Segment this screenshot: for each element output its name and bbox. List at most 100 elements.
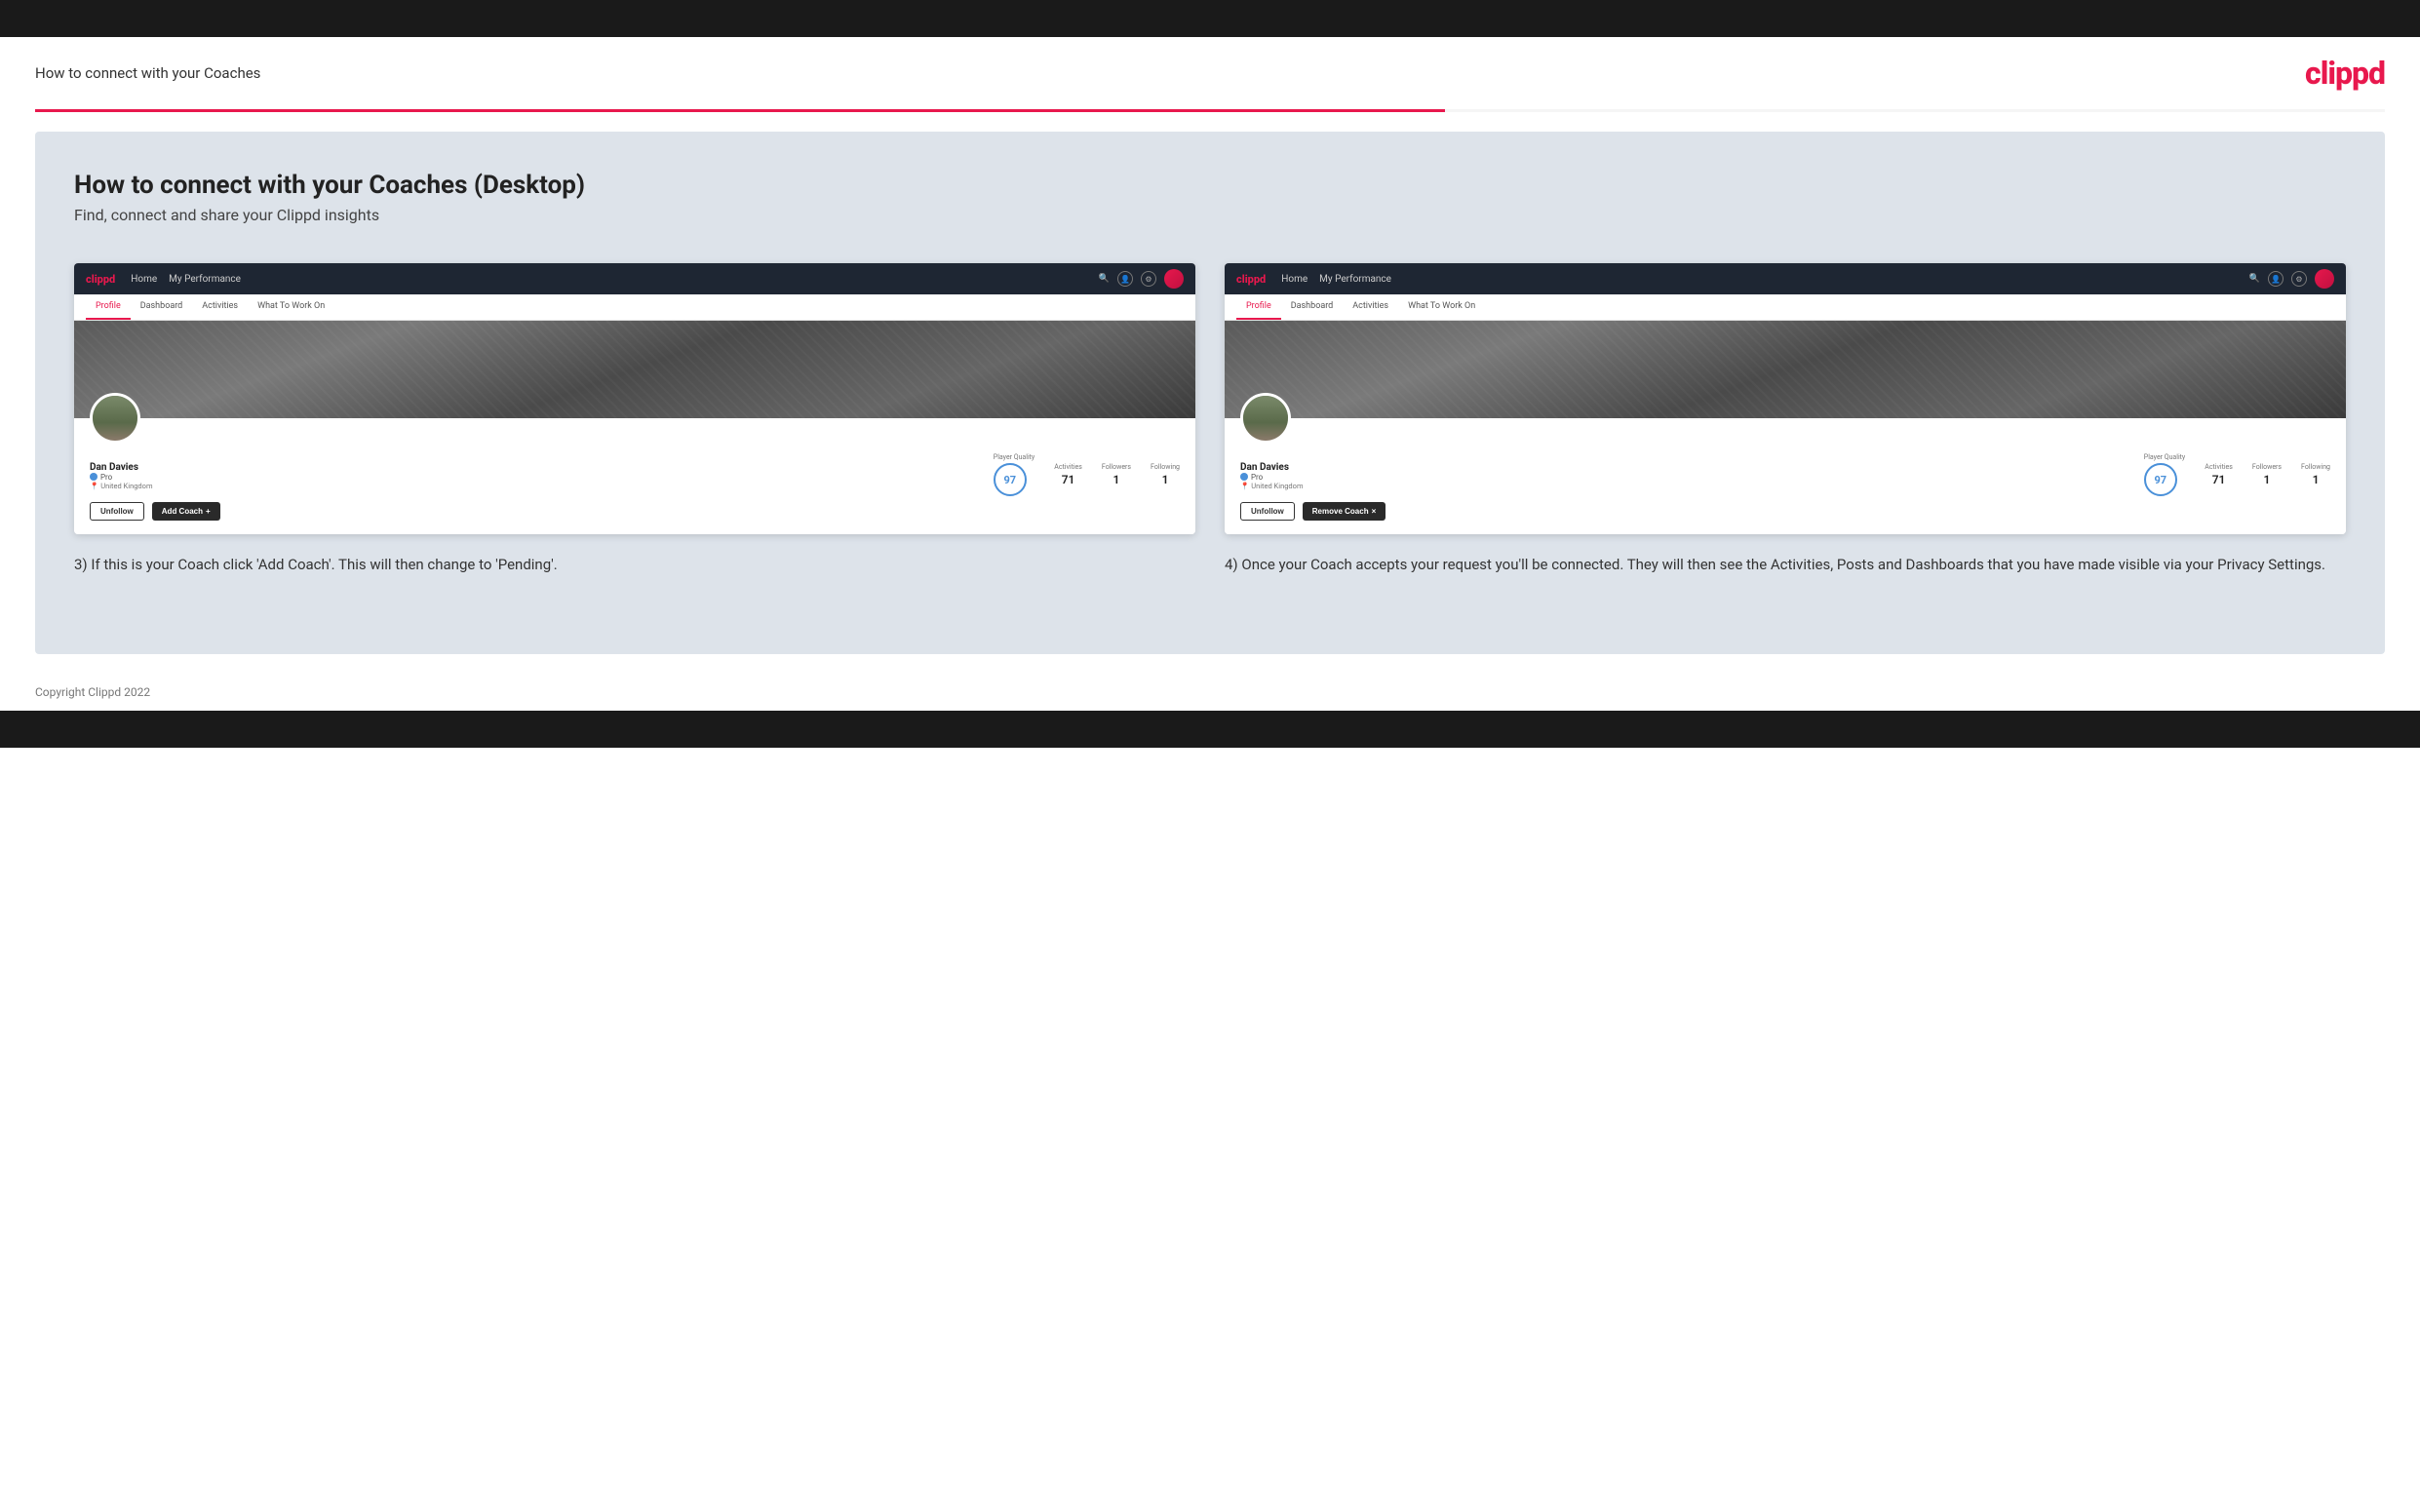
mock-player-badge-left: Pro	[90, 473, 974, 482]
mock-stat-followers-left: Followers 1	[1102, 463, 1131, 486]
mock-player-badge-right: Pro	[1240, 473, 2125, 482]
tab-activities-left[interactable]: Activities	[192, 294, 248, 320]
tab-profile-right[interactable]: Profile	[1236, 294, 1281, 320]
mock-nav-icons-right: 🔍 👤 ⚙	[2249, 269, 2334, 289]
add-coach-label-left: Add Coach	[162, 507, 203, 516]
mock-profile-info-left: Dan Davies Pro 📍 United Kingdom	[90, 460, 974, 490]
copyright-text: Copyright Clippd 2022	[35, 685, 150, 699]
mock-browser-right: clippd Home My Performance 🔍 👤 ⚙ Profile	[1225, 263, 2346, 534]
remove-coach-icon-right: ×	[1372, 507, 1377, 516]
unfollow-button-left[interactable]: Unfollow	[90, 502, 144, 521]
mock-nav-home-right: Home	[1281, 274, 1308, 285]
badge-dot-left	[90, 473, 98, 481]
page-subheading: Find, connect and share your Clippd insi…	[74, 206, 2346, 224]
unfollow-button-right[interactable]: Unfollow	[1240, 502, 1295, 521]
mock-stats-row-left: Dan Davies Pro 📍 United Kingdom Player Q…	[90, 449, 1180, 496]
remove-coach-label-right: Remove Coach	[1312, 507, 1369, 516]
avatar-left	[1164, 269, 1184, 289]
add-coach-button-left[interactable]: Add Coach +	[152, 502, 220, 521]
search-icon-right: 🔍	[2249, 274, 2260, 284]
activities-value-right: 71	[2205, 473, 2233, 486]
followers-value-right: 1	[2252, 473, 2282, 486]
screenshot-col-right: clippd Home My Performance 🔍 👤 ⚙ Profile	[1225, 263, 2346, 576]
settings-icon-left: ⚙	[1141, 271, 1156, 287]
mock-avatar-wrap-left	[90, 418, 1180, 444]
mock-player-name-left: Dan Davies	[90, 462, 974, 473]
mock-banner-img-left	[74, 321, 1195, 418]
mock-nav-performance-right: My Performance	[1319, 274, 1391, 285]
following-label-left: Following	[1151, 463, 1180, 471]
mock-avatar-inner-right	[1243, 396, 1288, 441]
mock-logo-right: clippd	[1236, 273, 1266, 286]
badge-dot-right	[1240, 473, 1248, 481]
mock-player-name-right: Dan Davies	[1240, 462, 2125, 473]
badge-label-right: Pro	[1251, 473, 1263, 482]
mock-browser-left: clippd Home My Performance 🔍 👤 ⚙ Profile	[74, 263, 1195, 534]
activities-label-right: Activities	[2205, 463, 2233, 471]
following-label-right: Following	[2301, 463, 2330, 471]
mock-buttons-row-right: Unfollow Remove Coach ×	[1240, 502, 2330, 521]
mock-stat-quality-right: Player Quality 97	[2144, 453, 2185, 496]
mock-nav-right: clippd Home My Performance 🔍 👤 ⚙	[1225, 263, 2346, 294]
add-coach-icon-left: +	[206, 507, 211, 516]
user-icon-left: 👤	[1117, 271, 1133, 287]
mock-nav-left: clippd Home My Performance 🔍 👤 ⚙	[74, 263, 1195, 294]
description-right: 4) Once your Coach accepts your request …	[1225, 554, 2346, 576]
following-value-right: 1	[2301, 473, 2330, 486]
followers-value-left: 1	[1102, 473, 1131, 486]
footer: Copyright Clippd 2022	[0, 674, 2420, 711]
mock-nav-performance-left: My Performance	[169, 274, 241, 285]
mock-nav-home-left: Home	[131, 274, 157, 285]
mock-nav-right-left: 🔍 👤 ⚙	[1099, 269, 1184, 289]
mock-banner-left	[74, 321, 1195, 418]
mock-location-right: 📍 United Kingdom	[1240, 482, 2125, 490]
mock-logo-left: clippd	[86, 273, 115, 286]
mock-tabs-right: Profile Dashboard Activities What To Wor…	[1225, 294, 2346, 321]
screenshot-col-left: clippd Home My Performance 🔍 👤 ⚙ Profile	[74, 263, 1195, 576]
remove-coach-button-right[interactable]: Remove Coach ×	[1303, 502, 1386, 521]
settings-icon-right: ⚙	[2291, 271, 2307, 287]
bottom-bar	[0, 711, 2420, 748]
top-bar	[0, 0, 2420, 37]
tab-what-to-work-on-left[interactable]: What To Work On	[248, 294, 334, 320]
mock-buttons-row-left: Unfollow Add Coach +	[90, 502, 1180, 521]
tab-dashboard-right[interactable]: Dashboard	[1281, 294, 1344, 320]
user-icon-right: 👤	[2268, 271, 2283, 287]
activities-value-left: 71	[1054, 473, 1082, 486]
mock-avatar-wrap-right	[1240, 418, 2330, 444]
page-heading: How to connect with your Coaches (Deskto…	[74, 171, 2346, 200]
following-value-left: 1	[1151, 473, 1180, 486]
quality-label-left: Player Quality	[994, 453, 1034, 461]
screenshots-row: clippd Home My Performance 🔍 👤 ⚙ Profile	[74, 263, 2346, 576]
main-content: How to connect with your Coaches (Deskto…	[35, 132, 2385, 654]
tab-profile-left[interactable]: Profile	[86, 294, 131, 320]
badge-label-left: Pro	[100, 473, 112, 482]
mock-banner-right	[1225, 321, 2346, 418]
mock-stats-row-right: Dan Davies Pro 📍 United Kingdom Player Q…	[1240, 449, 2330, 496]
tab-activities-right[interactable]: Activities	[1343, 294, 1398, 320]
search-icon-left: 🔍	[1099, 274, 1110, 284]
mock-stat-activities-left: Activities 71	[1054, 463, 1082, 486]
mock-avatar-left	[90, 393, 140, 444]
description-left: 3) If this is your Coach click 'Add Coac…	[74, 554, 1195, 576]
mock-stat-following-left: Following 1	[1151, 463, 1180, 486]
mock-stat-activities-right: Activities 71	[2205, 463, 2233, 486]
header-title: How to connect with your Coaches	[35, 64, 260, 82]
quality-circle-left: 97	[994, 463, 1027, 496]
quality-label-right: Player Quality	[2144, 453, 2185, 461]
header-divider	[35, 109, 2385, 112]
logo: clippd	[2305, 55, 2385, 92]
followers-label-left: Followers	[1102, 463, 1131, 471]
tab-what-to-work-on-right[interactable]: What To Work On	[1398, 294, 1485, 320]
mock-location-left: 📍 United Kingdom	[90, 482, 974, 490]
mock-profile-info-right: Dan Davies Pro 📍 United Kingdom	[1240, 460, 2125, 490]
mock-tabs-left: Profile Dashboard Activities What To Wor…	[74, 294, 1195, 321]
mock-nav-links-left: Home My Performance	[131, 274, 241, 285]
mock-profile-section-left: Dan Davies Pro 📍 United Kingdom Player Q…	[74, 418, 1195, 534]
mock-stat-quality-left: Player Quality 97	[994, 453, 1034, 496]
activities-label-left: Activities	[1054, 463, 1082, 471]
mock-avatar-right	[1240, 393, 1291, 444]
tab-dashboard-left[interactable]: Dashboard	[131, 294, 193, 320]
mock-banner-img-right	[1225, 321, 2346, 418]
mock-stat-following-right: Following 1	[2301, 463, 2330, 486]
